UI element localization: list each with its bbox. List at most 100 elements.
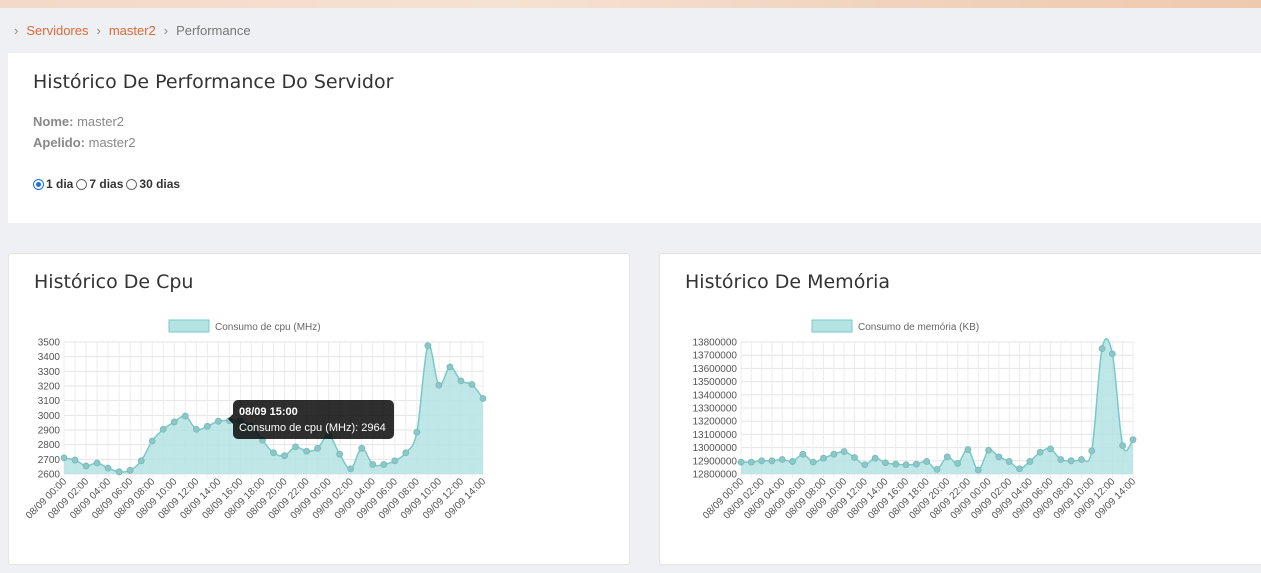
data-point[interactable] <box>82 462 90 470</box>
data-point[interactable] <box>468 381 476 388</box>
server-alias: Apelido: master2 <box>33 135 136 150</box>
data-point[interactable] <box>882 459 889 467</box>
data-point[interactable] <box>457 377 465 385</box>
data-point[interactable] <box>871 454 879 462</box>
data-point[interactable] <box>902 461 910 469</box>
data-point[interactable] <box>943 453 951 461</box>
data-point[interactable] <box>840 448 848 455</box>
y-tick-label: 3500 <box>38 338 61 349</box>
data-point[interactable] <box>292 443 299 451</box>
data-point[interactable] <box>126 466 134 474</box>
data-point[interactable] <box>830 450 838 458</box>
data-point[interactable] <box>747 458 755 466</box>
data-point[interactable] <box>314 444 322 452</box>
data-point[interactable] <box>778 456 786 463</box>
data-point[interactable] <box>435 381 443 389</box>
data-point[interactable] <box>809 458 817 466</box>
data-point[interactable] <box>974 466 982 474</box>
radio-unselected-icon[interactable] <box>76 178 88 190</box>
data-point[interactable] <box>170 418 178 426</box>
period-radio-7-days[interactable]: 7 dias <box>76 177 123 191</box>
legend-label: Consumo de cpu (MHz) <box>215 322 321 333</box>
data-point[interactable] <box>1088 447 1096 455</box>
data-point[interactable] <box>347 465 355 473</box>
data-point[interactable] <box>985 446 992 454</box>
y-tick-label: 3400 <box>38 352 61 363</box>
breadcrumb: › Servidores › master2 › Performance <box>0 8 1261 52</box>
data-point[interactable] <box>892 460 900 468</box>
data-point[interactable] <box>1005 458 1013 465</box>
data-point[interactable] <box>923 458 931 465</box>
data-point[interactable] <box>281 452 288 460</box>
data-point[interactable] <box>424 342 432 350</box>
data-point[interactable] <box>203 422 211 430</box>
data-point[interactable] <box>137 457 145 465</box>
data-point[interactable] <box>336 450 344 458</box>
data-point[interactable] <box>1026 458 1034 465</box>
period-radio-label: 7 dias <box>89 177 124 191</box>
y-tick-label: 3200 <box>38 382 61 393</box>
data-point[interactable] <box>861 461 869 469</box>
data-point[interactable] <box>964 446 972 453</box>
memory-history-card: Histórico De Memória Consumo de memória … <box>659 253 1261 565</box>
legend-swatch <box>168 319 210 333</box>
data-point[interactable] <box>851 454 858 461</box>
radio-unselected-icon[interactable] <box>126 178 138 190</box>
y-tick-label: 2600 <box>38 470 61 481</box>
y-tick-label: 13500000 <box>693 377 738 388</box>
data-point[interactable] <box>799 450 807 458</box>
breadcrumb-server-link[interactable]: master2 <box>109 23 156 38</box>
data-point[interactable] <box>60 454 68 462</box>
data-point[interactable] <box>954 460 962 467</box>
data-point[interactable] <box>1047 445 1054 453</box>
memory-chart[interactable]: Consumo de memória (KB) 13800000 13700000 1… <box>660 254 1261 566</box>
radio-selected-icon[interactable] <box>33 178 44 190</box>
data-point[interactable] <box>104 464 112 472</box>
data-point[interactable] <box>1036 448 1044 456</box>
y-tick-label: 13200000 <box>693 417 738 428</box>
data-point[interactable] <box>1129 436 1137 444</box>
period-radio-label: 1 dia <box>46 177 74 191</box>
data-point[interactable] <box>1078 456 1085 463</box>
data-point[interactable] <box>1098 345 1106 352</box>
data-point[interactable] <box>933 465 941 473</box>
y-tick-label: 12800000 <box>693 470 738 481</box>
y-tick-label: 2700 <box>38 455 61 466</box>
data-point[interactable] <box>1108 350 1116 358</box>
data-point[interactable] <box>1119 442 1127 450</box>
data-point[interactable] <box>159 425 167 433</box>
data-point[interactable] <box>181 412 189 420</box>
y-tick-label: 13800000 <box>693 338 738 349</box>
data-point[interactable] <box>192 425 200 433</box>
data-point[interactable] <box>446 363 454 371</box>
data-point[interactable] <box>768 457 776 465</box>
data-point[interactable] <box>270 449 277 457</box>
data-point[interactable] <box>148 437 156 445</box>
data-point[interactable] <box>820 454 827 462</box>
data-point[interactable] <box>1067 457 1075 465</box>
period-radio-30-days[interactable]: 30 dias <box>126 177 180 191</box>
data-point[interactable] <box>413 428 421 436</box>
data-point[interactable] <box>1057 456 1065 463</box>
data-point[interactable] <box>369 461 377 468</box>
breadcrumb-servidores-link[interactable]: Servidores <box>26 23 88 38</box>
page-title: Histórico De Performance Do Servidor <box>33 71 394 93</box>
data-point[interactable] <box>303 447 310 455</box>
data-point[interactable] <box>71 456 79 464</box>
data-point[interactable] <box>93 459 101 467</box>
data-point[interactable] <box>402 449 410 457</box>
data-point[interactable] <box>789 458 796 465</box>
data-point[interactable] <box>758 457 766 465</box>
data-point[interactable] <box>358 444 366 452</box>
data-point[interactable] <box>995 453 1003 461</box>
data-point[interactable] <box>391 457 399 465</box>
data-point[interactable] <box>115 468 123 476</box>
data-point[interactable] <box>912 460 920 468</box>
data-point[interactable] <box>737 458 745 466</box>
data-point[interactable] <box>214 417 222 425</box>
data-point[interactable] <box>479 395 487 402</box>
period-radio-1-day[interactable]: 1 dia <box>33 177 73 191</box>
server-name: Nome: master2 <box>33 114 124 129</box>
data-point[interactable] <box>1016 465 1023 473</box>
data-point[interactable] <box>380 461 388 468</box>
